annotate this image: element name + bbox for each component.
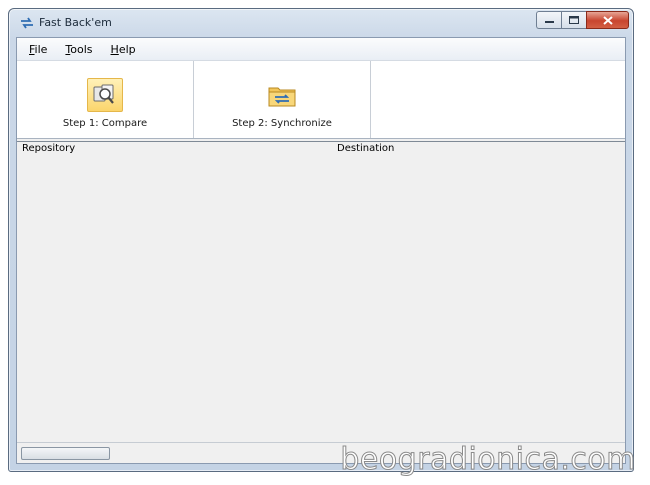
title-bar[interactable]: Fast Back'em — [9, 9, 633, 37]
synchronize-button[interactable]: Step 2: Synchronize — [194, 61, 371, 138]
close-button[interactable] — [586, 11, 629, 29]
client-area: File Tools Help Step 1: Compare Step 2: … — [16, 37, 626, 464]
compare-label: Step 1: Compare — [62, 118, 148, 129]
file-list[interactable]: Repository Destination — [17, 141, 625, 441]
menu-help-mnemonic: H — [110, 42, 119, 56]
compare-icon-wrap — [87, 78, 123, 112]
maximize-icon — [569, 16, 579, 24]
column-destination[interactable]: Destination — [337, 143, 394, 154]
close-icon — [602, 15, 613, 25]
sync-folder-icon — [268, 87, 296, 107]
menu-help[interactable]: Help — [108, 41, 139, 58]
list-header: Repository Destination — [17, 142, 625, 156]
toolbar: Step 1: Compare Step 2: Synchronize — [17, 61, 625, 139]
menu-help-label: elp — [118, 42, 136, 56]
sync-icon-wrap — [264, 78, 300, 112]
menu-tools-label: ools — [70, 42, 93, 56]
compare-button[interactable]: Step 1: Compare — [17, 61, 194, 138]
watermark: beogradionica.com — [340, 442, 636, 478]
menu-bar: File Tools Help — [17, 38, 625, 61]
scrollbar-thumb[interactable] — [21, 447, 110, 460]
minimize-icon — [544, 21, 554, 23]
window-controls — [536, 11, 629, 30]
menu-tools[interactable]: Tools — [62, 41, 95, 58]
sync-arrows-icon — [21, 17, 33, 29]
column-repository[interactable]: Repository — [22, 143, 75, 154]
menu-file[interactable]: File — [26, 41, 50, 58]
synchronize-label: Step 2: Synchronize — [232, 118, 332, 129]
window-title: Fast Back'em — [39, 16, 112, 29]
minimize-button[interactable] — [536, 11, 561, 29]
app-window: Fast Back'em File Tools Help Step 1: Com… — [8, 8, 634, 472]
menu-file-label: ile — [34, 42, 48, 56]
compare-icon — [93, 84, 114, 104]
maximize-button[interactable] — [561, 11, 586, 29]
